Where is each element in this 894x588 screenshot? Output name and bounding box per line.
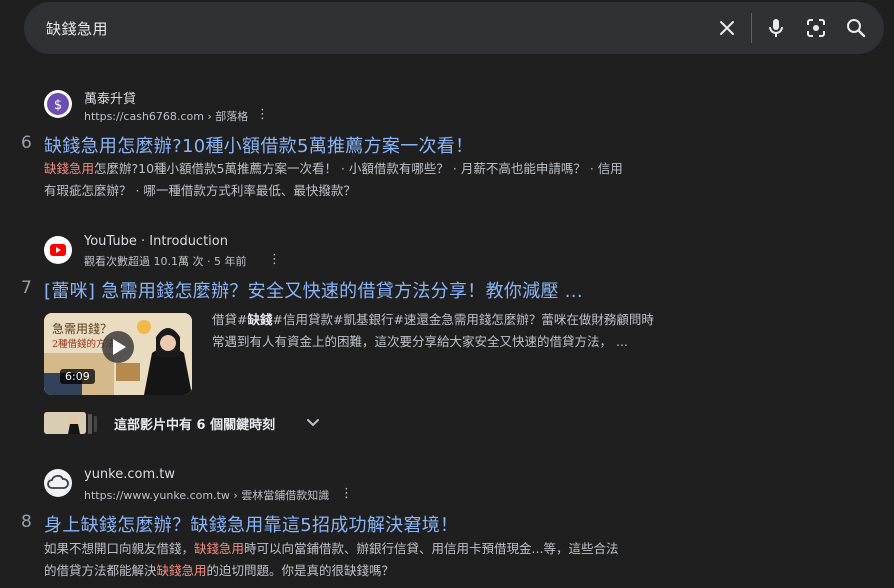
video-meta: 觀看次數超過 10.1萬 次 · 5 年前: [84, 255, 247, 268]
thumbnail-title-text: 急需用錢？: [52, 321, 112, 336]
search-divider: [751, 13, 752, 43]
site-name[interactable]: 萬泰升貸: [84, 88, 136, 107]
lens-icon[interactable]: [804, 16, 828, 40]
site-url[interactable]: https://cash6768.com › 部落格: [84, 108, 248, 124]
site-name[interactable]: yunke.com.tw: [84, 467, 175, 482]
more-options-icon[interactable]: ⋮: [340, 486, 353, 501]
video-duration: 6:09: [60, 369, 95, 384]
key-moments-thumbnail[interactable]: [44, 412, 86, 434]
thumbnail-stack: [88, 414, 92, 434]
site-name[interactable]: YouTube · Introduction: [84, 234, 228, 249]
result-snippet: 缺錢急用怎麼辦?10種小額借款5萬推薦方案一次看！ · 小額借款有哪些？ · 月…: [44, 161, 623, 198]
more-options-icon[interactable]: ⋮: [256, 107, 269, 122]
result-rank: 8: [21, 512, 32, 532]
key-moments-label[interactable]: 這部影片中有 6 個關鍵時刻: [114, 414, 275, 433]
site-url[interactable]: https://www.yunke.com.tw › 雲林當鋪借款知識: [84, 487, 329, 503]
result-title-link[interactable]: [蕾咪] 急需用錢怎麼辦？安全又快速的借貸方法分享！教你減壓 ...: [44, 277, 583, 303]
microphone-icon[interactable]: [764, 16, 788, 40]
result-rank: 7: [21, 278, 32, 298]
youtube-favicon: [44, 236, 72, 264]
svg-text:$: $: [54, 98, 62, 113]
chevron-down-icon[interactable]: [304, 414, 322, 432]
result-title-link[interactable]: 身上缺錢怎麼辦？缺錢急用靠這5招成功解決窘境！: [44, 511, 458, 537]
search-input[interactable]: 缺錢急用: [46, 18, 108, 39]
video-description: 借貸#缺錢#信用貸款#凱基銀行#速還金急需用錢怎麼辦？蕾咪在做財務顧問時 常遇到…: [212, 312, 654, 349]
result-snippet: 如果不想開口向親友借錢，缺錢急用時可以向當鋪借款、辦銀行信貸、用信用卡預借現金.…: [44, 541, 619, 578]
more-options-icon[interactable]: ⋮: [268, 252, 281, 267]
clear-icon[interactable]: [715, 16, 739, 40]
result-title-link[interactable]: 缺錢急用怎麼辦?10種小額借款5萬推薦方案一次看！: [44, 132, 473, 158]
thumbnail-stack: [94, 416, 97, 432]
search-bar[interactable]: 缺錢急用: [24, 2, 884, 54]
result-rank: 6: [21, 133, 32, 153]
site-favicon: [44, 469, 72, 497]
search-icon[interactable]: [844, 16, 868, 40]
site-favicon: $: [44, 90, 72, 118]
